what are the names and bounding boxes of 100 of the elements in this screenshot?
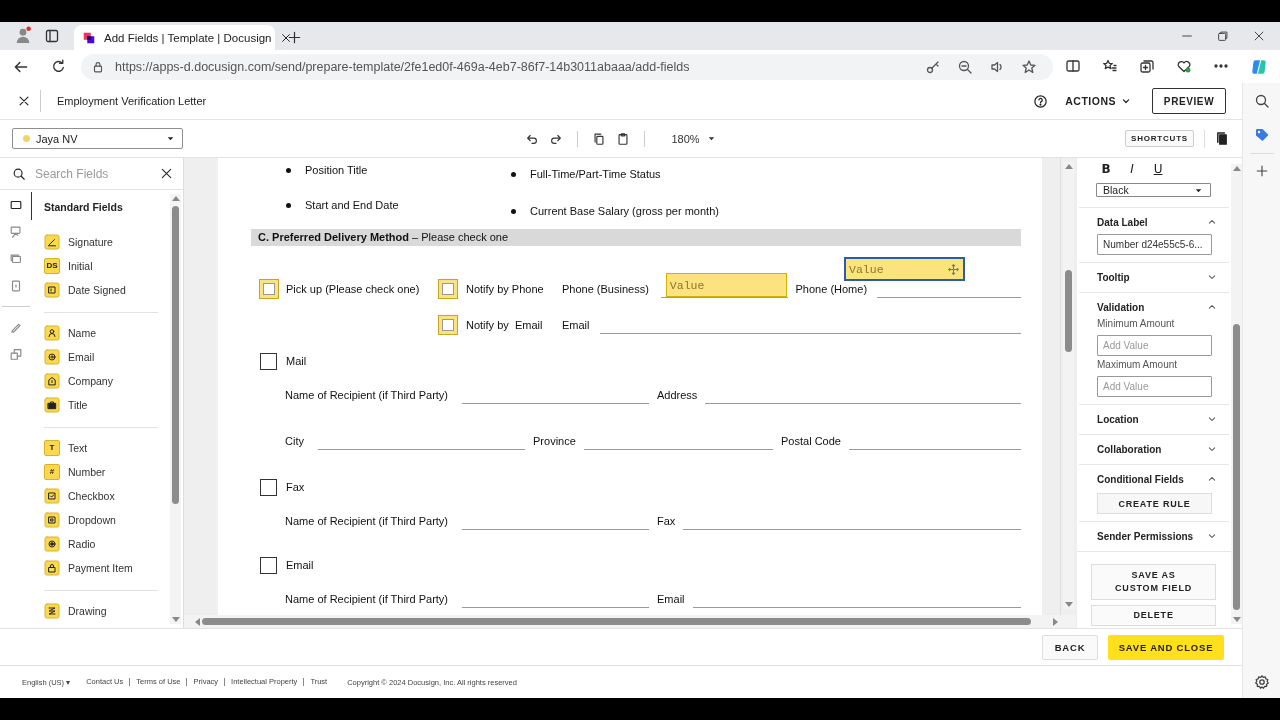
- checkbox[interactable]: [260, 556, 277, 574]
- close-icon[interactable]: [279, 31, 292, 44]
- field-item[interactable]: Radio: [44, 532, 158, 556]
- checkbox-field[interactable]: [438, 315, 458, 335]
- checkbox[interactable]: [260, 352, 277, 370]
- create-rule-button[interactable]: CREATE RULE: [1097, 493, 1213, 514]
- field-label: Name of Recipient (if Third Party): [285, 389, 449, 401]
- letter-icon: DS: [44, 258, 60, 274]
- save-custom-field-button[interactable]: SAVE AS CUSTOM FIELD: [1091, 564, 1217, 600]
- shapes-icon[interactable]: [9, 347, 23, 361]
- clear-icon[interactable]: [159, 166, 174, 181]
- option-label: Pick up (Please check one): [286, 283, 420, 295]
- copilot-icon[interactable]: [1250, 57, 1268, 76]
- star-icon[interactable]: [1021, 58, 1037, 75]
- delete-button[interactable]: DELETE: [1091, 605, 1217, 626]
- letter-icon: #: [44, 464, 60, 480]
- tag-icon[interactable]: [1253, 127, 1270, 143]
- field-item[interactable]: # Number: [44, 460, 158, 484]
- section-title: Data Label: [1097, 216, 1148, 228]
- refresh-icon[interactable]: [50, 58, 67, 75]
- letter-icon: T: [44, 440, 60, 456]
- input-field[interactable]: Add Value: [1097, 376, 1213, 397]
- format-button[interactable]: U: [1151, 162, 1166, 176]
- date-icon: [44, 282, 60, 298]
- close-icon[interactable]: [17, 94, 31, 108]
- bullet: [511, 208, 516, 214]
- lock-icon: [44, 560, 60, 576]
- section-title: Conditional Fields: [1097, 473, 1184, 485]
- recipient-dropdown[interactable]: Jaya NV: [12, 128, 183, 149]
- preview-button[interactable]: PREVIEW: [1152, 88, 1227, 114]
- tabs-icon[interactable]: [44, 28, 60, 44]
- stack-icon[interactable]: [9, 252, 23, 266]
- placed-text-field[interactable]: Value: [665, 273, 787, 297]
- collections-icon[interactable]: [1139, 57, 1155, 74]
- help-icon[interactable]: [1033, 93, 1049, 109]
- address-bar[interactable]: https://apps-d.docusign.com/send/prepare-template/2fe1ed0f-469a-4eb7-86f7-14b3011abaaa/add-fields: [81, 53, 1053, 80]
- settings-icon[interactable]: [1253, 674, 1270, 690]
- zoom-out-icon[interactable]: [957, 58, 973, 75]
- option-label: Notify by Phone: [466, 283, 545, 295]
- field-item[interactable]: T Text: [44, 436, 158, 460]
- field-item[interactable]: DS Initial: [44, 254, 158, 278]
- shortcuts-button[interactable]: SHORTCUTS: [1125, 130, 1195, 147]
- actions-menu[interactable]: ACTIONS: [1065, 91, 1133, 111]
- new-tab-icon[interactable]: [287, 30, 302, 45]
- bullet: [286, 202, 291, 208]
- section-heading: Standard Fields: [44, 200, 124, 215]
- add-icon[interactable]: [1254, 164, 1269, 178]
- color-dropdown[interactable]: Black: [1096, 183, 1212, 197]
- search-icon[interactable]: [1253, 93, 1270, 109]
- pen-icon: [44, 234, 60, 250]
- field-item[interactable]: Drawing: [44, 599, 158, 623]
- person-icon: [44, 325, 60, 341]
- scrollbar[interactable]: [1063, 162, 1075, 609]
- field-item[interactable]: Payment Item: [44, 556, 158, 580]
- save-and-close-button[interactable]: SAVE AND CLOSE: [1108, 634, 1225, 660]
- field-item[interactable]: Name: [44, 321, 158, 345]
- checkbox-field[interactable]: [438, 279, 458, 299]
- field-item[interactable]: Date Signed: [44, 278, 158, 302]
- favorites-icon[interactable]: [1102, 57, 1118, 74]
- clipboard-icon[interactable]: [616, 131, 631, 146]
- search-icon: [12, 166, 26, 181]
- split-screen-icon[interactable]: [1065, 57, 1081, 74]
- dropdown-icon: [44, 512, 60, 528]
- placed-text-field[interactable]: Value: [844, 257, 966, 281]
- zoom-dropdown[interactable]: 180%: [671, 132, 717, 145]
- field-item[interactable]: Email: [44, 345, 158, 369]
- copy-icon[interactable]: [592, 131, 607, 146]
- format-button[interactable]: I: [1125, 162, 1140, 176]
- field-label: Postal Code: [781, 435, 841, 447]
- field-label: Minimum Amount: [1097, 318, 1176, 331]
- input-field[interactable]: Number d24e55c5-6...: [1097, 234, 1213, 255]
- rectangle-icon[interactable]: [9, 198, 23, 212]
- field-item[interactable]: Dropdown: [44, 508, 158, 532]
- scrollbar[interactable]: [170, 194, 181, 624]
- field-label: Province: [533, 435, 576, 447]
- option-label: Email: [286, 559, 314, 571]
- section-title: Sender Permissions: [1097, 530, 1194, 542]
- page-icon[interactable]: [9, 279, 23, 293]
- bullet: [286, 167, 291, 173]
- checkbox[interactable]: [260, 478, 277, 496]
- option-label: Mail: [286, 355, 307, 367]
- restore-icon[interactable]: [1216, 29, 1230, 43]
- field-label: Phone (Home): [795, 283, 868, 295]
- close-icon[interactable]: [1252, 29, 1266, 43]
- section-title: Location: [1097, 413, 1139, 425]
- field-item[interactable]: Checkbox: [44, 484, 158, 508]
- bullet: [511, 171, 516, 177]
- option-label: Fax: [286, 481, 305, 493]
- input-field[interactable]: Add Value: [1097, 335, 1213, 356]
- field-item[interactable]: Title: [44, 393, 158, 417]
- back-button[interactable]: BACK: [1042, 634, 1099, 660]
- format-button[interactable]: B: [1099, 162, 1114, 176]
- profile-icon[interactable]: [14, 26, 32, 44]
- section-heading: C. Preferred Delivery Method – Please check one: [251, 229, 1022, 246]
- field-label: Name of Recipient (if Third Party): [285, 593, 449, 605]
- field-item[interactable]: Company: [44, 369, 158, 393]
- search-field[interactable]: Search Fields: [35, 166, 150, 181]
- checkbox-field[interactable]: [259, 279, 279, 299]
- field-item[interactable]: Signature: [44, 230, 158, 254]
- signature-icon[interactable]: [9, 225, 23, 239]
